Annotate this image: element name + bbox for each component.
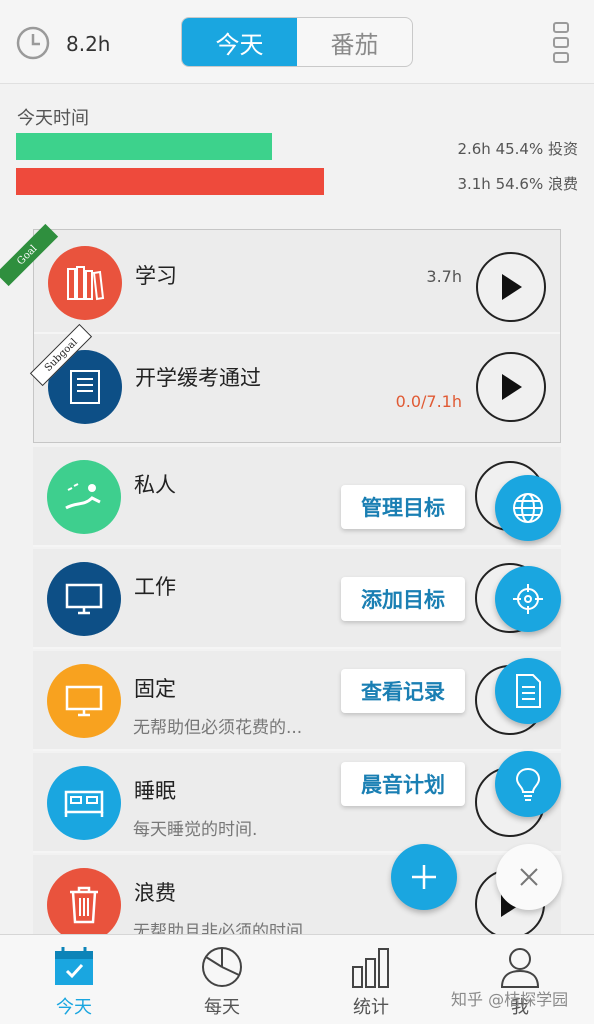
bed-icon <box>47 766 121 840</box>
clock-icon <box>16 26 50 60</box>
monitor-icon <box>47 562 121 636</box>
goal-row-exam[interactable]: 开学缓考通过 0.0/7.1h <box>34 336 560 442</box>
category-description: 无帮助且非必须的时间 <box>133 922 303 934</box>
goal-amount: 3.7h <box>426 267 462 286</box>
calendar-check-icon <box>55 947 93 985</box>
bar-chart-icon <box>352 948 389 988</box>
category-name: 固定 <box>134 677 176 701</box>
target-icon[interactable] <box>495 566 561 632</box>
category-name: 工作 <box>134 575 176 599</box>
pie-chart-icon <box>202 947 242 987</box>
category-name: 睡眠 <box>134 779 176 803</box>
watermark: 知乎 @桔探学园 <box>451 990 569 1009</box>
more-vertical-icon[interactable] <box>552 22 570 64</box>
view-records-button[interactable]: 查看记录 <box>341 669 465 713</box>
play-icon <box>502 374 522 400</box>
nav-today[interactable]: 今天 <box>0 935 148 1024</box>
category-row-personal[interactable]: 私人 <box>33 447 561 547</box>
waste-bar <box>16 168 324 195</box>
nav-label: 今天 <box>56 997 92 1018</box>
user-icon <box>500 948 540 988</box>
morning-plan-button[interactable]: 晨音计划 <box>341 762 465 806</box>
close-icon <box>520 868 538 886</box>
nav-label: 每天 <box>204 997 240 1018</box>
goal-name: 学习 <box>135 264 177 288</box>
add-goal-button[interactable]: 添加目标 <box>341 577 465 621</box>
view-segmented-control: 今天 番茄 <box>181 17 413 67</box>
play-icon <box>502 274 522 300</box>
category-row-fixed[interactable]: 固定 无帮助但必须花费的... <box>33 651 561 751</box>
document-icon[interactable] <box>495 658 561 724</box>
play-button[interactable] <box>476 252 546 322</box>
add-fab-button[interactable] <box>391 844 457 910</box>
category-row-waste[interactable]: 浪费 无帮助且非必须的时间 <box>33 855 561 934</box>
relax-icon <box>47 460 121 534</box>
tab-pomodoro[interactable]: 番茄 <box>297 18 412 66</box>
books-icon <box>48 246 122 320</box>
goal-amount: 0.0/7.1h <box>395 392 462 411</box>
bottom-navigation: 今天 每天 统计 我 <box>0 934 594 1024</box>
today-time-label: 今天时间 <box>17 108 89 129</box>
goal-group: 学习 3.7h 开学缓考通过 0.0/7.1h <box>33 229 561 443</box>
category-row-work[interactable]: 工作 <box>33 549 561 649</box>
category-name: 私人 <box>134 473 176 497</box>
globe-icon[interactable] <box>495 475 561 541</box>
play-button[interactable] <box>476 352 546 422</box>
top-bar: 8.2h 今天 番茄 <box>0 0 594 84</box>
tab-today[interactable]: 今天 <box>182 18 297 66</box>
total-hours: 8.2h <box>66 32 111 56</box>
category-name: 浪费 <box>134 881 176 905</box>
waste-stats: 3.1h 54.6% 浪费 <box>457 175 578 193</box>
manage-goals-button[interactable]: 管理目标 <box>341 485 465 529</box>
monitor-icon <box>47 664 121 738</box>
goal-name: 开学缓考通过 <box>135 366 261 390</box>
nav-statistics[interactable]: 统计 <box>297 935 445 1024</box>
invest-bar <box>16 133 272 160</box>
trash-icon <box>47 868 121 934</box>
nav-daily[interactable]: 每天 <box>148 935 296 1024</box>
nav-label: 统计 <box>353 997 389 1018</box>
lightbulb-icon[interactable] <box>495 751 561 817</box>
category-row-sleep[interactable]: 睡眠 每天睡觉的时间. <box>33 753 561 853</box>
goal-row-study[interactable]: 学习 3.7h <box>34 230 560 334</box>
close-fab-button[interactable] <box>496 844 562 910</box>
category-description: 每天睡觉的时间. <box>133 820 258 840</box>
invest-stats: 2.6h 45.4% 投资 <box>457 140 578 158</box>
plus-icon <box>412 865 436 889</box>
category-description: 无帮助但必须花费的... <box>133 718 303 738</box>
nav-me[interactable]: 我 <box>446 935 594 1024</box>
